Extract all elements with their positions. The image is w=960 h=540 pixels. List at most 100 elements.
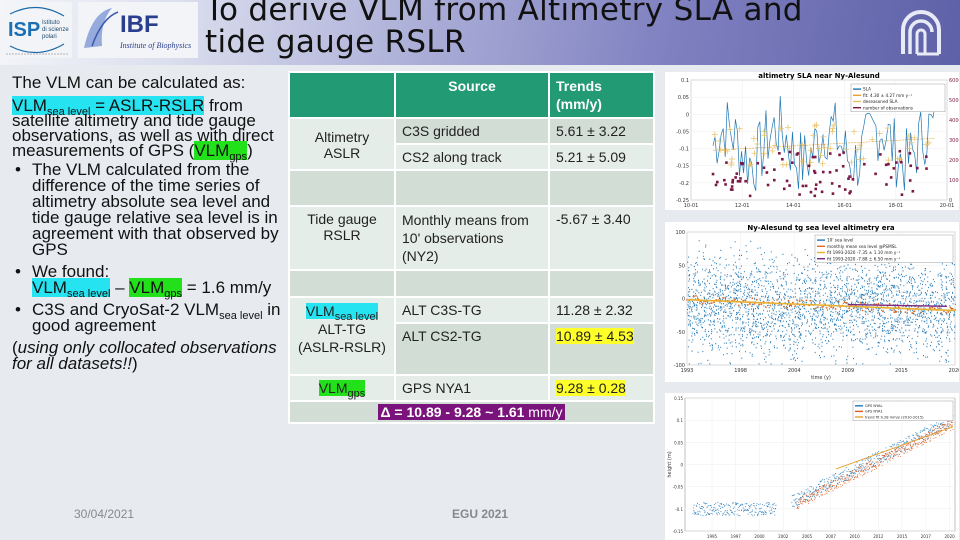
bullet-found: We found: VLMsea level – VLMgps = 1.6 mm… xyxy=(12,263,287,300)
header-group xyxy=(290,73,394,117)
table-row: VLMgps GPS NYA1 9.28 ± 0.28 xyxy=(290,376,653,400)
intro-text: The VLM can be calculated as: xyxy=(12,73,246,92)
table-row-spacer xyxy=(290,271,653,296)
observation-count-marker xyxy=(736,179,740,183)
monthly-mean-point xyxy=(882,310,884,313)
monthly-mean-point xyxy=(913,310,916,313)
observation-count-marker xyxy=(820,190,824,194)
observation-count-marker xyxy=(838,185,841,188)
observation-count-marker xyxy=(848,191,851,195)
isp-logo: ISP Istituto di scienze polari xyxy=(2,2,72,58)
legend-entry: GPS NYAL xyxy=(865,404,882,408)
trend-cell: 9.28 ± 0.28 xyxy=(550,376,653,400)
y-tick-label: -0.05 xyxy=(676,129,689,135)
legend-entry: monthly mean sea level @PSMSL xyxy=(827,244,897,249)
observation-count-marker xyxy=(831,192,835,195)
y-tick-label: 0.05 xyxy=(674,440,683,445)
observation-count-marker xyxy=(830,182,834,185)
y-tick-label: -0.1 xyxy=(675,507,683,512)
y-tick-label: -50 xyxy=(677,330,685,336)
observation-count-marker xyxy=(781,157,784,161)
y-tick-label: 0.1 xyxy=(681,78,689,84)
footer-date: 30/04/2021 xyxy=(74,507,135,521)
monthly-mean-point xyxy=(796,299,799,302)
observation-count-marker xyxy=(807,164,811,168)
observation-count-marker xyxy=(813,171,817,175)
trend-cell: 5.61 ± 3.22 xyxy=(550,119,653,143)
monthly-mean-point xyxy=(949,306,952,309)
observation-count-marker xyxy=(908,152,912,155)
monthly-mean-point xyxy=(701,302,704,305)
observation-count-marker xyxy=(838,153,841,157)
monthly-mean-point xyxy=(821,306,824,308)
observation-count-marker xyxy=(724,183,727,186)
observation-count-marker xyxy=(813,155,817,159)
monthly-mean-point xyxy=(782,305,785,308)
legend-entry: fit: 4.30 ± 4.27 mm y⁻¹ xyxy=(863,93,912,98)
chart-title: Ny-Alesund tg sea level altimetry era xyxy=(747,224,895,232)
observation-count-marker xyxy=(809,190,813,194)
y2-tick-label: 6000 xyxy=(949,78,959,84)
source-cell: C3S gridded xyxy=(396,119,548,143)
monthly-mean-point xyxy=(843,301,846,304)
monthly-mean-point xyxy=(900,310,902,313)
source-cell: ALT CS2-TG xyxy=(396,324,548,374)
observation-count-marker xyxy=(811,155,815,159)
header-trends: Trends (mm/y) xyxy=(550,73,653,117)
monthly-mean-point xyxy=(848,307,851,310)
tide-gauge-chart: Ny-Alesund tg sea level altimetry era 199… xyxy=(665,222,959,382)
observation-count-marker xyxy=(725,161,728,164)
observation-count-marker xyxy=(715,180,719,184)
monthly-mean-point xyxy=(818,302,821,304)
monthly-mean-point xyxy=(760,303,763,306)
observation-count-marker xyxy=(925,155,928,158)
x-tick-label: 2010 xyxy=(849,534,860,539)
y-tick-label: -0.1 xyxy=(679,147,689,153)
source-cell: CS2 along track xyxy=(396,145,548,169)
left-text-panel: The VLM can be calculated as: VLMsea lev… xyxy=(12,70,287,372)
observation-count-marker xyxy=(739,177,742,180)
observation-count-marker xyxy=(828,170,832,174)
monthly-mean-point xyxy=(911,312,914,314)
x-tick-label: 2005 xyxy=(802,534,813,539)
y-tick-label: 0.05 xyxy=(678,95,689,101)
observation-count-marker xyxy=(828,152,832,155)
observation-count-marker xyxy=(791,161,794,165)
x-tick-label: 2000 xyxy=(754,534,765,539)
x-tick-label: 18-01 xyxy=(889,203,904,209)
monthly-mean-point xyxy=(785,307,787,309)
observation-count-marker xyxy=(801,184,805,188)
monthly-mean-point xyxy=(877,302,880,305)
monthly-mean-point xyxy=(776,299,778,301)
monthly-mean-point xyxy=(859,301,862,304)
observation-count-marker xyxy=(863,162,866,166)
source-cell: ALT C3S-TG xyxy=(396,298,548,322)
observation-count-marker xyxy=(889,176,893,179)
x-tick-label: 2012 xyxy=(873,534,884,539)
legend-entry: deseasoned SLA xyxy=(863,99,898,104)
observation-count-marker xyxy=(879,153,882,156)
observation-count-marker xyxy=(731,178,735,182)
x-tick-label: 1995 xyxy=(707,534,718,539)
trend-cell: 10.89 ± 4.53 xyxy=(550,324,653,374)
x-tick-label: 2017 xyxy=(921,534,932,539)
monthly-mean-point xyxy=(947,311,950,313)
legend-entry: trend fit 9.28 mm/y (2010-2015) xyxy=(865,415,924,419)
legend-entry: GPS NYA1 xyxy=(865,410,883,414)
y-tick-label: 0 xyxy=(682,297,685,303)
observation-count-marker xyxy=(735,172,739,175)
monthly-mean-point xyxy=(746,303,749,306)
trend-cell: -5.67 ± 3.40 xyxy=(550,207,653,269)
observation-count-marker xyxy=(788,150,792,154)
monthly-mean-point xyxy=(814,307,817,310)
monthly-mean-point xyxy=(722,297,724,299)
x-tick-label: 12-01 xyxy=(735,203,750,209)
observation-count-marker xyxy=(900,160,903,164)
group-tide-gauge: Tide gauge RSLR xyxy=(290,207,394,269)
observation-count-marker xyxy=(874,172,877,176)
bullet-agreement: The VLM calculated from the difference o… xyxy=(12,161,287,258)
monthly-mean-point xyxy=(945,311,947,314)
monthly-mean-point xyxy=(713,301,715,304)
monthly-mean-point xyxy=(852,307,855,310)
svg-text:ISP: ISP xyxy=(8,19,40,41)
